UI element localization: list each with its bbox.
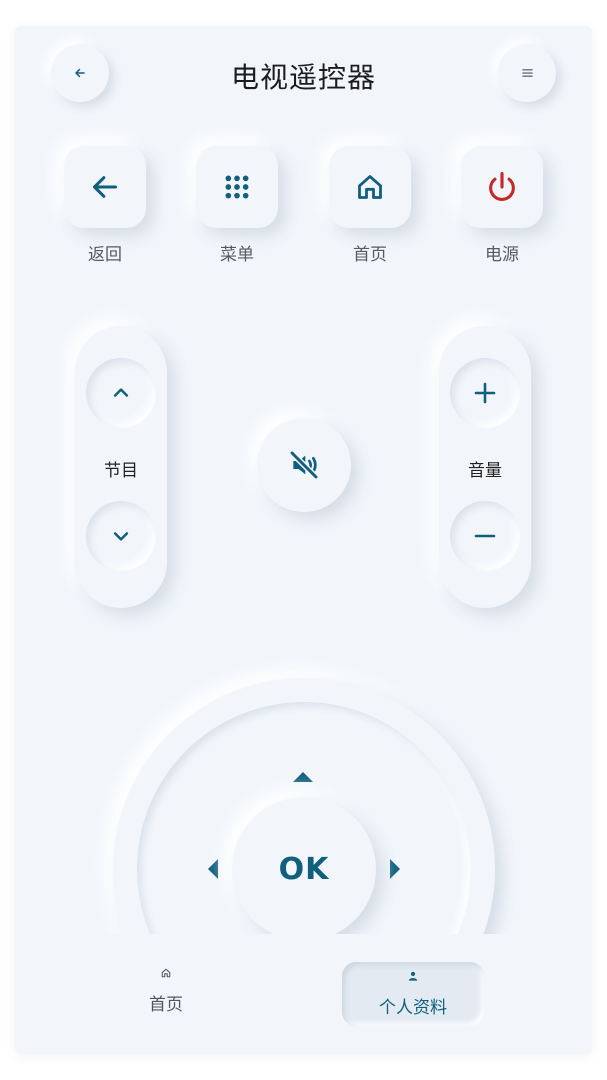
nav-profile[interactable]: 个人资料 — [342, 962, 484, 1026]
person-icon — [408, 971, 418, 981]
menu-label: 菜单 — [220, 245, 254, 265]
mute-icon — [289, 450, 319, 480]
power-label: 电源 — [485, 245, 519, 265]
nav-home-label: 首页 — [149, 994, 183, 1015]
return-label: 返回 — [88, 245, 122, 265]
remote-screen: 电视遥控器 返回 菜单 首页 电源 节目 音量 OK 首页 个人资料 — [15, 26, 592, 1054]
ok-button[interactable]: OK — [232, 797, 376, 941]
home-label: 首页 — [353, 245, 387, 265]
triangle-up-icon — [293, 772, 313, 782]
minus-icon — [474, 534, 496, 538]
nav-home[interactable]: 首页 — [101, 956, 231, 1026]
volume-control: 音量 — [439, 326, 531, 608]
triangle-left-icon — [208, 859, 218, 879]
nav-profile-label: 个人资料 — [379, 997, 447, 1018]
volume-down-button[interactable] — [450, 501, 520, 571]
plus-icon — [474, 382, 496, 404]
channel-control: 节目 — [75, 326, 167, 608]
mute-button[interactable] — [257, 418, 351, 512]
home-icon — [161, 968, 171, 977]
bottom-nav: 首页 个人资料 — [15, 934, 592, 1054]
menu-grid-button[interactable] — [196, 146, 278, 228]
menu-button[interactable] — [498, 44, 556, 102]
chevron-down-icon — [113, 532, 129, 541]
grid-dots-icon — [225, 175, 249, 199]
return-button[interactable] — [64, 146, 146, 228]
dpad-right-button[interactable] — [377, 852, 413, 886]
chevron-up-icon — [113, 388, 129, 397]
home-icon — [358, 175, 382, 199]
channel-label: 节目 — [104, 461, 138, 481]
triangle-right-icon — [390, 859, 400, 879]
hamburger-menu-icon — [521, 69, 533, 77]
volume-label: 音量 — [468, 461, 502, 481]
dpad-up-button[interactable] — [283, 762, 323, 792]
volume-up-button[interactable] — [450, 358, 520, 428]
home-button[interactable] — [329, 146, 411, 228]
dpad-left-button[interactable] — [195, 852, 231, 886]
channel-down-button[interactable] — [86, 501, 156, 571]
channel-up-button[interactable] — [86, 358, 156, 428]
arrow-left-icon — [92, 176, 118, 198]
power-button[interactable] — [461, 146, 543, 228]
power-icon — [489, 171, 515, 201]
